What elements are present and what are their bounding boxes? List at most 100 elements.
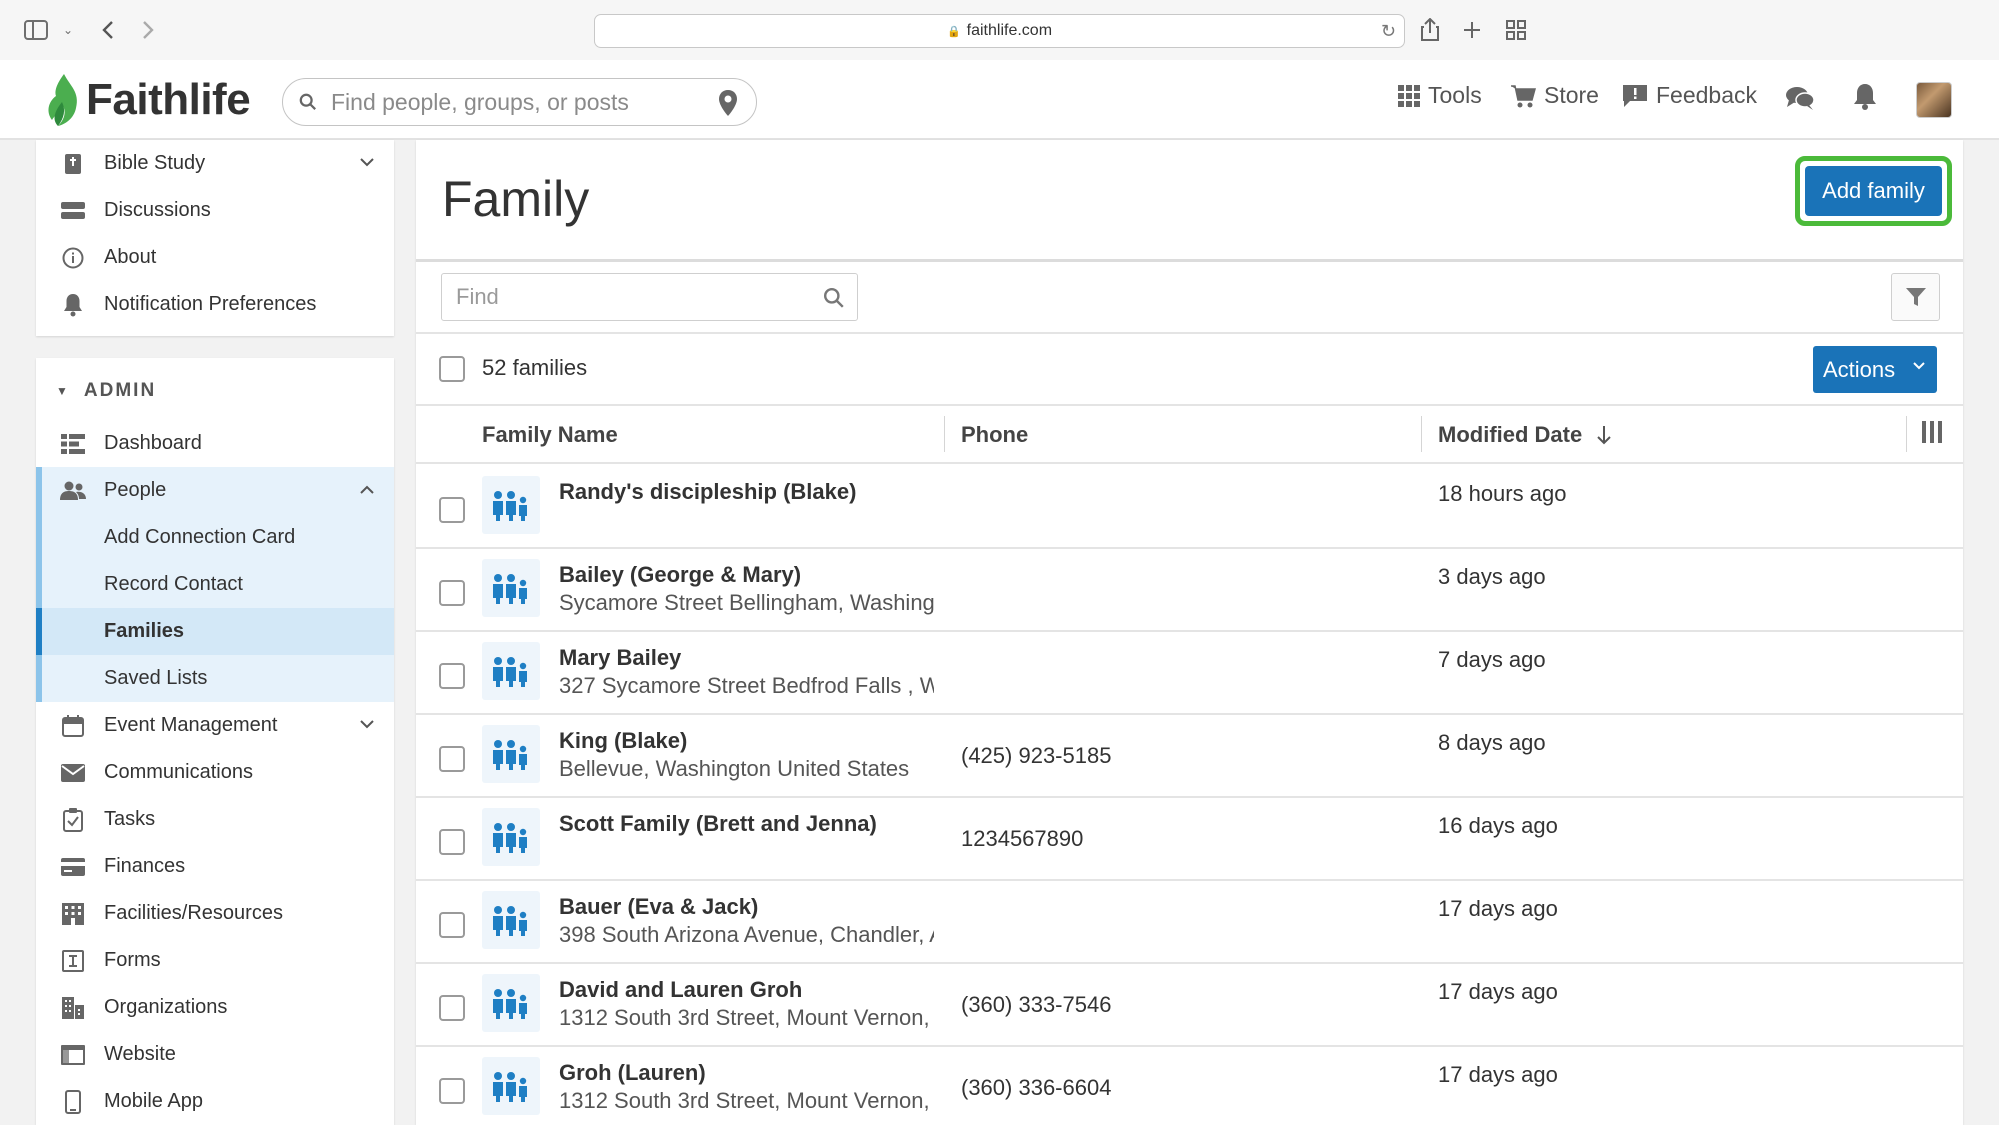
new-tab-icon[interactable] (1456, 14, 1488, 46)
family-phone: (360) 336-6604 (961, 1075, 1112, 1100)
column-divider[interactable] (1421, 416, 1422, 452)
modified-date: 7 days ago (1438, 647, 1546, 672)
store-nav[interactable]: Store (1510, 82, 1599, 109)
sidebar-item-bible-study[interactable]: Bible Study (36, 140, 394, 187)
chevron-down-icon[interactable] (360, 154, 374, 172)
sidebar-item-communications[interactable]: Communications (36, 749, 394, 796)
column-modified-date[interactable]: Modified Date (1438, 422, 1612, 448)
table-row[interactable]: Bauer (Eva & Jack) 398 South Arizona Aven… (416, 881, 1963, 964)
family-icon (493, 491, 527, 521)
forward-icon[interactable] (132, 14, 164, 46)
column-divider[interactable] (944, 416, 945, 452)
actions-dropdown[interactable]: Actions (1813, 346, 1937, 393)
row-checkbox[interactable] (439, 912, 465, 938)
row-checkbox[interactable] (439, 580, 465, 606)
sidebar-item-about[interactable]: About (36, 234, 394, 281)
global-search-input[interactable] (331, 88, 701, 116)
table-row[interactable]: Randy's discipleship (Blake) 18 hours ago (416, 466, 1963, 549)
sidebar-item-website[interactable]: Website (36, 1031, 394, 1078)
table-header: Family Name Phone Modified Date (416, 404, 1963, 464)
reload-icon[interactable]: ↻ (1381, 21, 1396, 42)
family-name[interactable]: David and Lauren Groh (559, 977, 802, 1003)
sidebar-item-dashboard[interactable]: Dashboard (36, 420, 394, 467)
family-name[interactable]: King (Blake) (559, 728, 687, 754)
search-icon[interactable] (823, 287, 845, 309)
sidebar-item-notification-preferences[interactable]: Notification Preferences (36, 281, 394, 328)
family-avatar (482, 1057, 540, 1115)
sidebar-item-mobile-app[interactable]: Mobile App (36, 1078, 394, 1125)
sidebar-item-saved-lists[interactable]: Saved Lists (36, 655, 394, 702)
discussions-icon (60, 198, 86, 224)
url-text: faithlife.com (966, 22, 1053, 39)
sidebar-item-families[interactable]: Families (36, 608, 394, 655)
modified-date: 17 days ago (1438, 1062, 1558, 1087)
back-icon[interactable] (92, 14, 124, 46)
lock-icon: 🔒 (946, 25, 961, 38)
row-checkbox[interactable] (439, 746, 465, 772)
row-checkbox[interactable] (439, 497, 465, 523)
global-search[interactable] (282, 78, 757, 126)
table-row[interactable]: Groh (Lauren) 1312 South 3rd Street, Moun… (416, 1047, 1963, 1125)
tab-overview-icon[interactable] (1500, 14, 1532, 46)
family-name[interactable]: Groh (Lauren) (559, 1060, 706, 1086)
tools-nav[interactable]: Tools (1398, 82, 1482, 109)
family-avatar (482, 476, 540, 534)
filter-button[interactable] (1891, 273, 1940, 321)
table-row[interactable]: Scott Family (Brett and Jenna) 1234567890… (416, 798, 1963, 881)
sidebar-item-people[interactable]: People (36, 467, 394, 514)
select-all-checkbox[interactable] (439, 356, 465, 382)
family-name[interactable]: Bauer (Eva & Jack) (559, 894, 758, 920)
family-address: 1312 South 3rd Street, Mount Vernon, ' (559, 1088, 934, 1113)
sidebar-item-event-management[interactable]: Event Management (36, 702, 394, 749)
sidebar-item-facilities-resources[interactable]: Facilities/Resources (36, 890, 394, 937)
row-checkbox[interactable] (439, 663, 465, 689)
column-divider[interactable] (1906, 416, 1907, 452)
chevron-down-icon[interactable] (360, 716, 374, 734)
family-name[interactable]: Scott Family (Brett and Jenna) (559, 811, 877, 837)
user-avatar[interactable] (1916, 82, 1952, 118)
column-settings-icon[interactable] (1921, 420, 1943, 449)
row-checkbox[interactable] (439, 829, 465, 855)
share-icon[interactable] (1414, 14, 1446, 46)
form-icon (60, 948, 86, 974)
faithlife-logo[interactable]: Faithlife (44, 70, 251, 130)
browser-toolbar: ⌄ 🔒 faithlife.com ↻ (0, 0, 1999, 60)
people-icon (60, 478, 86, 504)
family-icon (493, 989, 527, 1019)
row-checkbox[interactable] (439, 995, 465, 1021)
location-pin-icon[interactable] (718, 89, 738, 117)
table-row[interactable]: King (Blake) Bellevue, Washington United … (416, 715, 1963, 798)
family-name[interactable]: Bailey (George & Mary) (559, 562, 801, 588)
find-input[interactable] (456, 284, 816, 310)
admin-section-header[interactable]: ▼ ADMIN (56, 380, 156, 402)
chevron-up-icon[interactable] (360, 481, 374, 499)
family-name[interactable]: Mary Bailey (559, 645, 681, 671)
column-family-name[interactable]: Family Name (482, 422, 618, 448)
sidebar-item-finances[interactable]: Finances (36, 843, 394, 890)
row-checkbox[interactable] (439, 1078, 465, 1104)
family-icon (493, 823, 527, 853)
family-name[interactable]: Randy's discipleship (Blake) (559, 479, 856, 505)
sidebar-item-forms[interactable]: Forms (36, 937, 394, 984)
sidebar-item-tasks[interactable]: Tasks (36, 796, 394, 843)
add-family-button[interactable]: Add family (1805, 166, 1942, 216)
address-bar[interactable]: 🔒 faithlife.com ↻ (594, 14, 1405, 48)
sidebar-toggle-icon[interactable] (20, 14, 52, 46)
feedback-nav[interactable]: Feedback (1622, 82, 1757, 109)
sidebar-item-add-connection-card[interactable]: Add Connection Card (36, 514, 394, 561)
sidebar-item-discussions[interactable]: Discussions (36, 187, 394, 234)
sidebar-item-organizations[interactable]: Organizations (36, 984, 394, 1031)
notifications-bell-icon[interactable] (1852, 82, 1878, 112)
app-header: Faithlife Tools Store Feedback (0, 60, 1999, 140)
modified-date: 18 hours ago (1438, 481, 1567, 506)
messages-icon[interactable] (1785, 84, 1815, 112)
find-field[interactable] (441, 273, 858, 321)
table-row[interactable]: David and Lauren Groh 1312 South 3rd Stre… (416, 964, 1963, 1047)
table-row[interactable]: Mary Bailey 327 Sycamore Street Bedfrod F… (416, 632, 1963, 715)
chevron-down-icon[interactable]: ⌄ (52, 14, 84, 46)
family-icon (493, 906, 527, 936)
column-phone[interactable]: Phone (961, 422, 1028, 448)
sidebar-item-record-contact[interactable]: Record Contact (36, 561, 394, 608)
phone-icon (60, 1089, 86, 1115)
table-row[interactable]: Bailey (George & Mary) Sycamore Street Be… (416, 549, 1963, 632)
